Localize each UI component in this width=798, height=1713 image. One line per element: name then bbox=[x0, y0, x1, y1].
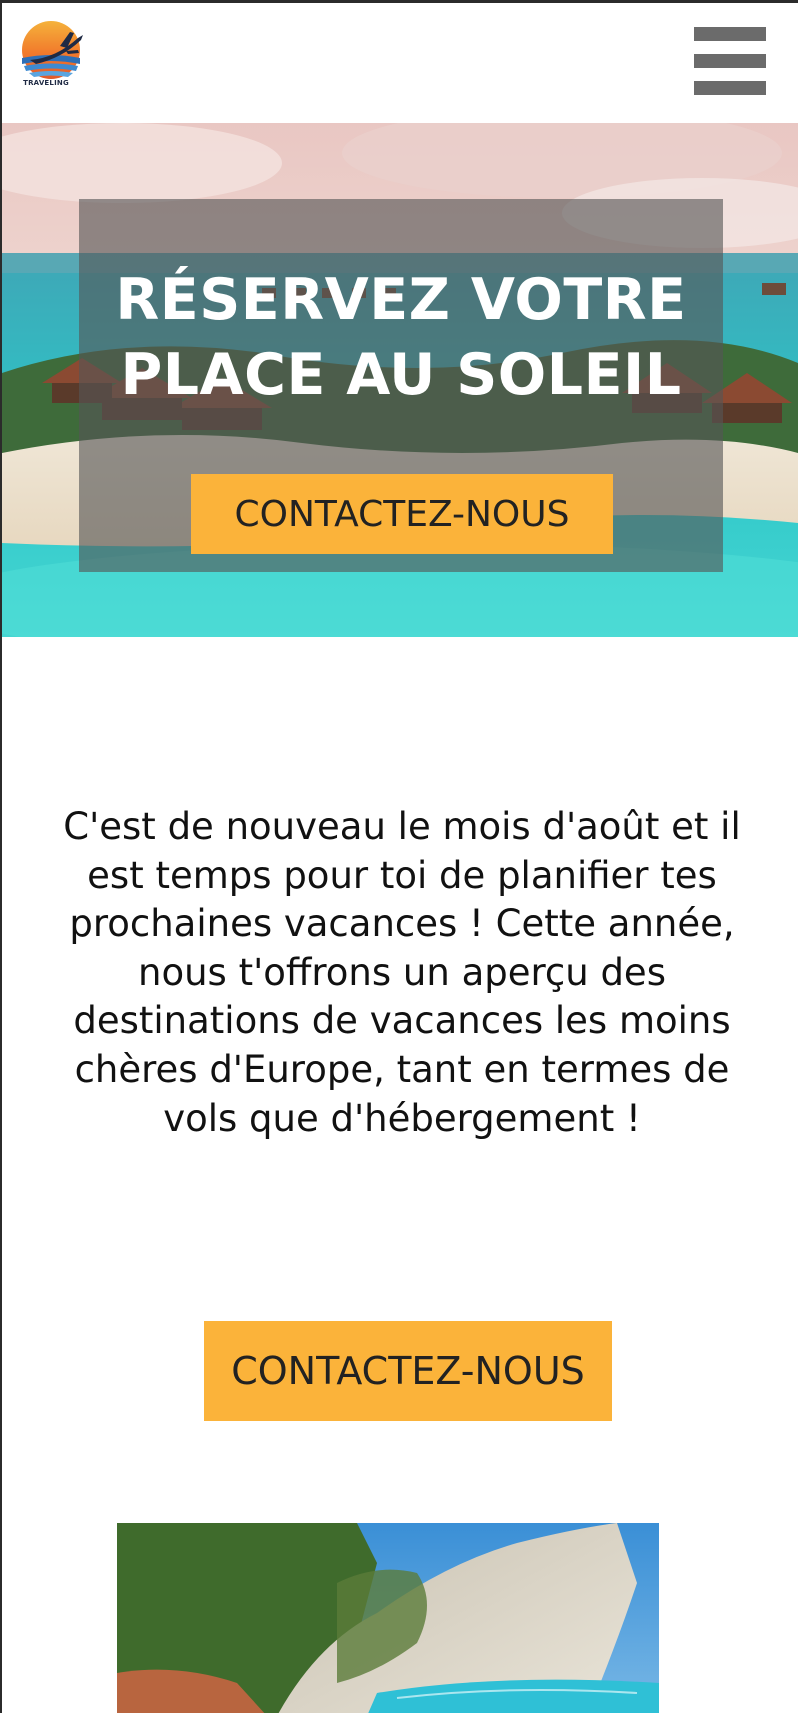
destination-photo bbox=[117, 1523, 659, 1713]
hamburger-menu-button[interactable] bbox=[694, 27, 766, 95]
hero-title: RÉSERVEZ VOTRE PLACE AU SOLEIL bbox=[79, 263, 723, 413]
hero-overlay-box: RÉSERVEZ VOTRE PLACE AU SOLEIL CONTACTEZ… bbox=[79, 199, 723, 572]
hero-contact-button[interactable]: CONTACTEZ-NOUS bbox=[191, 474, 613, 554]
airplane-sunset-logo-icon bbox=[22, 21, 83, 79]
contact-button[interactable]: CONTACTEZ-NOUS bbox=[204, 1321, 612, 1421]
intro-paragraph: C'est de nouveau le mois d'août et il es… bbox=[63, 805, 741, 1140]
hamburger-menu-icon bbox=[694, 27, 766, 41]
hero-title-line-1: RÉSERVEZ VOTRE bbox=[115, 267, 687, 333]
menu-bar-icon bbox=[694, 54, 766, 68]
site-header: TRAVELING bbox=[2, 3, 798, 123]
hero-title-line-2: PLACE AU SOLEIL bbox=[120, 342, 682, 408]
page: TRAVELING RÉSERVEZ VOTRE PLACE AU SOLEIL… bbox=[0, 0, 798, 1713]
destination-cliff-photo bbox=[117, 1523, 659, 1713]
hero-section: RÉSERVEZ VOTRE PLACE AU SOLEIL CONTACTEZ… bbox=[2, 123, 798, 637]
menu-bar-icon bbox=[694, 81, 766, 95]
logo-text: TRAVELING bbox=[23, 79, 69, 87]
